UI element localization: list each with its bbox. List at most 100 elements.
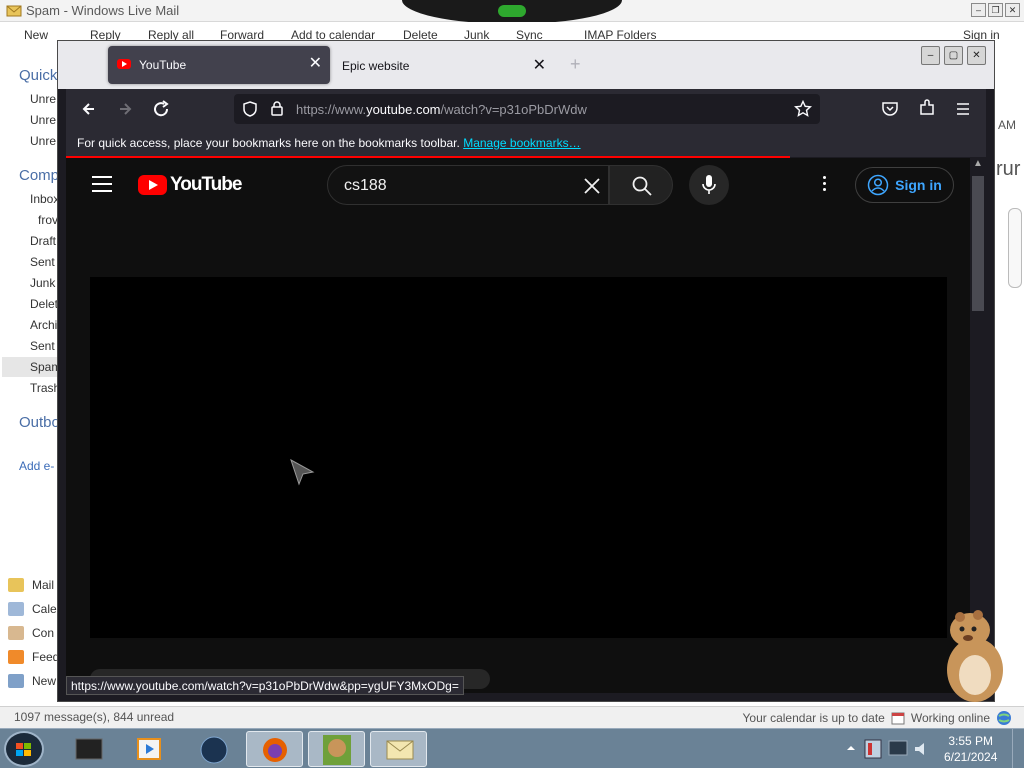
- message-count: 1097 message(s), 844 unread: [14, 710, 175, 724]
- sign-in-button[interactable]: Sign in: [855, 167, 954, 203]
- taskbar-media-player[interactable]: [120, 731, 177, 767]
- ff-maximize-button[interactable]: ▢: [944, 46, 963, 65]
- wlm-minimize-button[interactable]: –: [971, 3, 986, 17]
- close-tab-icon[interactable]: ✕: [533, 55, 546, 75]
- search-icon: [632, 176, 652, 196]
- taskbar-windows-live-mail[interactable]: [370, 731, 427, 767]
- folder-deleted[interactable]: Delet: [30, 297, 58, 311]
- forward-icon[interactable]: [114, 98, 138, 120]
- folder-trash[interactable]: Trash: [30, 381, 60, 395]
- nav-newsgroups[interactable]: New: [8, 672, 56, 690]
- wlm-close-button[interactable]: ✕: [1005, 3, 1020, 17]
- folder-junk[interactable]: Junk: [30, 276, 55, 290]
- extensions-icon[interactable]: [918, 99, 936, 117]
- folder-archive[interactable]: Archi: [30, 318, 57, 332]
- url-bar[interactable]: https://www.youtube.com/watch?v=p31oPbDr…: [234, 94, 820, 124]
- ff-close-button[interactable]: ✕: [967, 46, 986, 65]
- youtube-logo[interactable]: YouTube: [138, 174, 242, 196]
- mail-icon: [8, 578, 24, 592]
- bookmarks-toolbar: For quick access, place your bookmarks h…: [66, 129, 986, 157]
- nav-calendar[interactable]: Cale: [8, 600, 57, 618]
- new-button[interactable]: New: [24, 28, 48, 42]
- folder-sent-2[interactable]: Sent: [30, 339, 55, 353]
- show-desktop-button[interactable]: [1012, 729, 1024, 768]
- back-icon[interactable]: [78, 98, 102, 120]
- hamster-mascot-icon: [947, 610, 1003, 702]
- calendar-icon: [891, 712, 905, 725]
- add-account-link[interactable]: Add e-: [19, 459, 54, 473]
- quick-view-unread[interactable]: Unre: [30, 92, 56, 106]
- clear-search-icon[interactable]: [582, 176, 602, 196]
- nav-contacts[interactable]: Con: [8, 624, 54, 642]
- terminal-app-icon: [75, 738, 103, 760]
- ff-minimize-button[interactable]: –: [921, 46, 940, 65]
- firefox-icon: [263, 738, 287, 762]
- youtube-logo-text: YouTube: [170, 174, 242, 195]
- start-button[interactable]: [4, 731, 44, 767]
- shield-icon[interactable]: [242, 101, 258, 117]
- quick-view-unread[interactable]: Unre: [30, 134, 56, 148]
- taskbar: 3:55 PM 6/21/2024: [0, 728, 1024, 768]
- tab-epic-website[interactable]: Epic website ✕: [332, 46, 554, 84]
- quick-views-heading[interactable]: Quick: [19, 67, 57, 84]
- clock-date: 6/21/2024: [944, 750, 998, 764]
- sign-in-label: Sign in: [895, 177, 942, 193]
- bookmark-star-icon[interactable]: [794, 100, 812, 118]
- youtube-search-input[interactable]: cs188: [327, 165, 609, 205]
- tab-label: YouTube: [139, 58, 187, 72]
- folder-inbox[interactable]: Inbox: [30, 192, 59, 206]
- menu-icon[interactable]: [954, 100, 972, 118]
- media-player-icon: [137, 738, 161, 760]
- settings-more-icon[interactable]: [823, 176, 827, 194]
- youtube-favicon-icon: [117, 59, 131, 69]
- bookmarks-hint: For quick access, place your bookmarks h…: [77, 136, 581, 150]
- reading-pane-scrollbar[interactable]: [1008, 208, 1022, 288]
- nav-mail[interactable]: Mail: [8, 576, 54, 594]
- taskbar-firefox[interactable]: [246, 731, 303, 767]
- message-time: AM: [998, 118, 1016, 132]
- gadget-indicator: [498, 5, 526, 17]
- tab-youtube[interactable]: YouTube ✕: [108, 46, 330, 84]
- taskbar-app-3[interactable]: [185, 731, 242, 767]
- nav-newsgroups-label: New: [32, 674, 57, 688]
- reading-pane-title: rur: [996, 158, 1021, 180]
- search-query: cs188: [344, 177, 387, 194]
- video-player[interactable]: [90, 277, 947, 638]
- network-tray-icon[interactable]: [887, 737, 909, 761]
- reload-icon[interactable]: [150, 98, 174, 120]
- voice-search-button[interactable]: [689, 165, 729, 205]
- rss-feed-icon: [8, 650, 24, 664]
- volume-tray-icon[interactable]: [912, 739, 932, 759]
- nav-contacts-label: Con: [32, 626, 55, 640]
- folder-drafts[interactable]: Draft: [30, 234, 56, 248]
- wlm-restore-button[interactable]: ❐: [988, 3, 1003, 17]
- navigation-toolbar: https://www.youtube.com/watch?v=p31oPbDr…: [66, 89, 986, 129]
- wlm-status-bar: 1097 message(s), 844 unread Your calenda…: [0, 706, 1024, 728]
- scrollbar-thumb[interactable]: [972, 176, 984, 311]
- url-text: https://www.youtube.com/watch?v=p31oPbDr…: [296, 102, 587, 117]
- youtube-search-button[interactable]: [609, 165, 673, 205]
- newsgroups-icon: [8, 674, 24, 688]
- scroll-up-icon[interactable]: ▲: [973, 158, 983, 169]
- quick-view-unread[interactable]: Unre: [30, 113, 56, 127]
- system-clock[interactable]: 3:55 PM 6/21/2024: [944, 733, 997, 765]
- guide-menu-icon[interactable]: [92, 176, 112, 197]
- tab-label: Epic website: [342, 59, 410, 73]
- outbox-heading[interactable]: Outbo: [19, 414, 60, 431]
- flag-tray-icon[interactable]: [862, 737, 884, 761]
- new-tab-icon[interactable]: +: [570, 54, 581, 75]
- folder-sub[interactable]: frov: [38, 213, 58, 227]
- lock-icon[interactable]: [270, 100, 284, 116]
- manage-bookmarks-link[interactable]: Manage bookmarks…: [463, 136, 580, 150]
- hamster-app-icon: [323, 735, 351, 765]
- folder-sent[interactable]: Sent: [30, 255, 55, 269]
- nav-feeds[interactable]: Feed: [8, 648, 59, 666]
- taskbar-app-1[interactable]: [60, 731, 117, 767]
- close-tab-icon[interactable]: ✕: [309, 55, 322, 73]
- account-heading[interactable]: Comp: [19, 167, 59, 184]
- taskbar-hamster-app[interactable]: [308, 731, 365, 767]
- calendar-status: Your calendar is up to date: [742, 711, 885, 725]
- pocket-icon[interactable]: [881, 100, 899, 118]
- youtube-page: YouTube cs188 Sign in: [66, 158, 978, 693]
- tray-expand-icon[interactable]: [846, 743, 856, 753]
